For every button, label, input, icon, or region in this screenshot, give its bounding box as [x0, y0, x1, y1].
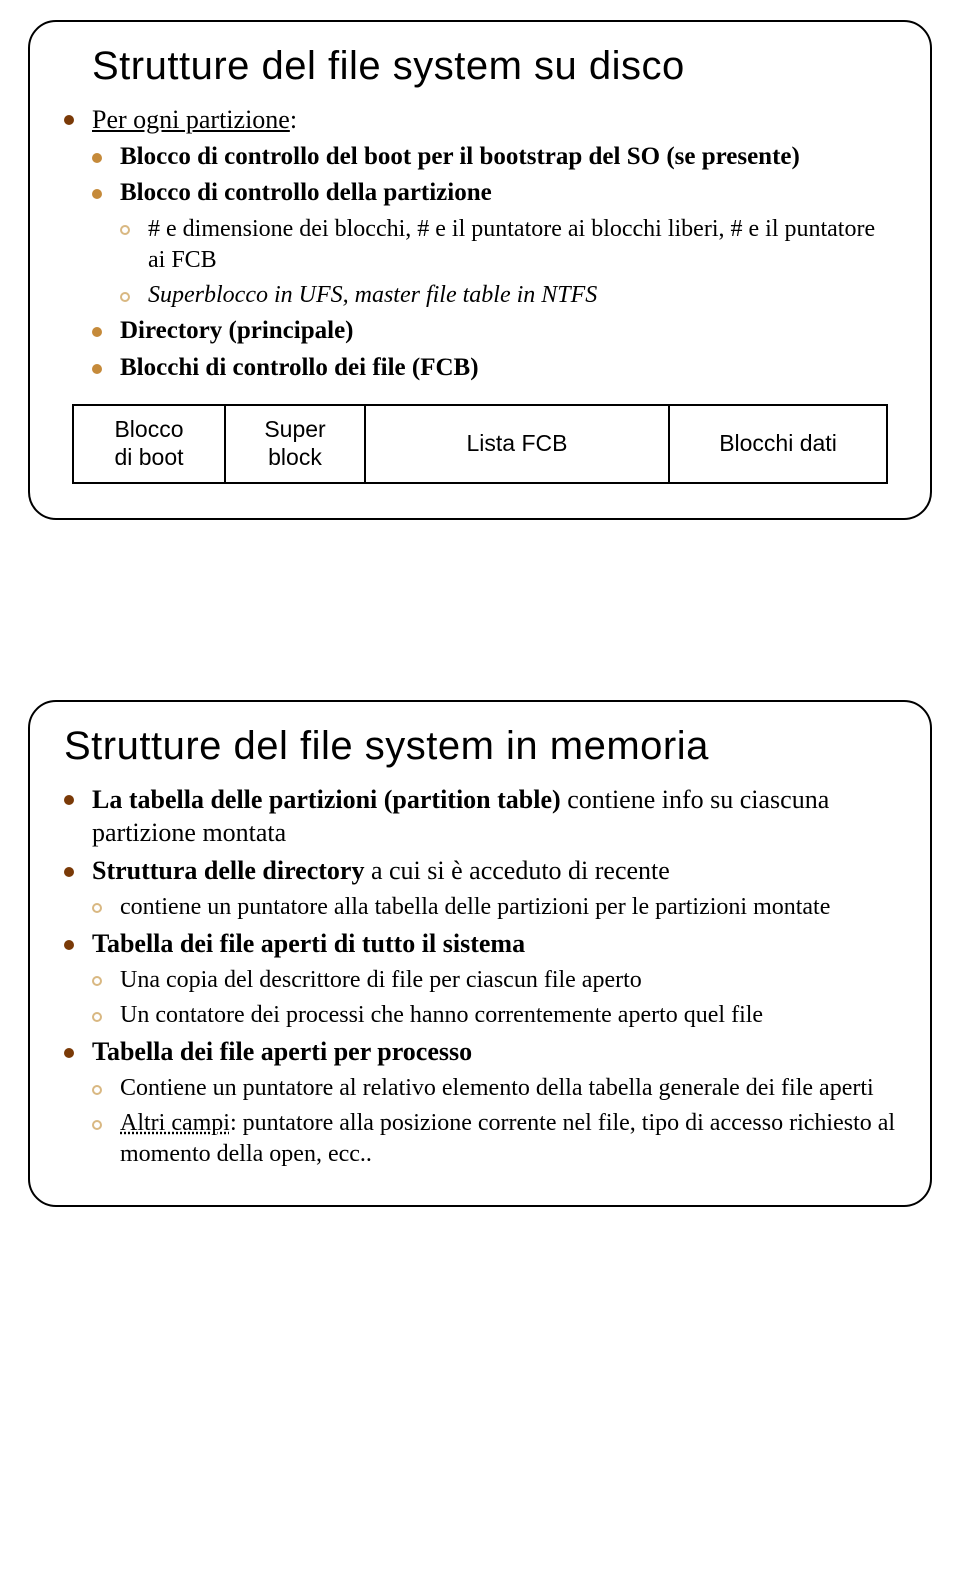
- bullet-icon: [92, 327, 102, 337]
- list-item: Tabella dei file aperti di tutto il sist…: [64, 927, 896, 1031]
- list-item: Per ogni partizione: Blocco di controllo…: [64, 103, 896, 384]
- text: Blocco di controllo del boot per il boot…: [120, 143, 800, 170]
- text: di boot: [114, 444, 183, 470]
- text: Tabella dei file aperti per processo: [92, 1037, 472, 1066]
- text: Contiene un puntatore al relativo elemen…: [120, 1075, 874, 1101]
- list-item: Directory (principale): [92, 315, 896, 348]
- disk-layout-table: Blocco di boot Super block Lista FCB Blo…: [72, 404, 888, 483]
- list-item: # e dimensione dei blocchi, # e il punta…: [120, 214, 896, 276]
- list-item: Struttura delle directory a cui si è acc…: [64, 854, 896, 923]
- table-cell-data: Blocchi dati: [670, 406, 886, 481]
- text: Blocchi di controllo dei file (FCB): [120, 354, 479, 381]
- text: Superblocco in UFS, master file table in…: [148, 282, 597, 308]
- text: Blocco: [114, 416, 183, 442]
- list-item: La tabella delle partizioni (partition t…: [64, 783, 896, 851]
- list-item: Una copia del descrittore di file per ci…: [92, 965, 896, 996]
- text: :: [290, 105, 297, 134]
- bullet-icon: [92, 153, 102, 163]
- bullet-icon: [92, 364, 102, 374]
- slide1-title: Strutture del file system su disco: [92, 44, 896, 89]
- bullet-icon: [92, 1085, 102, 1095]
- list-item: Contiene un puntatore al relativo elemen…: [92, 1073, 896, 1104]
- slide-2: Strutture del file system in memoria La …: [28, 700, 932, 1207]
- text: : puntatore alla posizione corrente nel …: [120, 1110, 895, 1167]
- text: Tabella dei file aperti di tutto il sist…: [92, 929, 525, 958]
- bullet-icon: [92, 1120, 102, 1130]
- text: Altri campi: [120, 1110, 230, 1136]
- bullet-icon: [92, 976, 102, 986]
- text: Super: [264, 416, 325, 442]
- bullet-icon: [64, 867, 74, 877]
- text: # e dimensione dei blocchi, # e il punta…: [148, 216, 875, 273]
- text: a cui si è acceduto di recente: [364, 856, 669, 885]
- bullet-icon: [92, 189, 102, 199]
- text: Lista FCB: [467, 430, 568, 458]
- text: block: [268, 444, 322, 470]
- text: Per ogni partizione: [92, 105, 290, 134]
- list-item: Tabella dei file aperti per processo Con…: [64, 1035, 896, 1170]
- bullet-icon: [64, 1048, 74, 1058]
- list-item: Blocco di controllo della partizione # e…: [92, 177, 896, 311]
- table-cell-fcb: Lista FCB: [366, 406, 670, 481]
- bullet-icon: [64, 795, 74, 805]
- bullet-icon: [64, 940, 74, 950]
- slide2-title: Strutture del file system in memoria: [64, 724, 896, 769]
- table-cell-boot: Blocco di boot: [74, 406, 226, 481]
- text: Blocchi dati: [719, 430, 837, 458]
- table-cell-superblock: Super block: [226, 406, 366, 481]
- text: Directory (principale): [120, 317, 354, 344]
- text: Blocco di controllo della partizione: [120, 179, 492, 206]
- bullet-icon: [120, 225, 130, 235]
- list-item: Blocco di controllo del boot per il boot…: [92, 141, 896, 174]
- list-item: Un contatore dei processi che hanno corr…: [92, 1000, 896, 1031]
- bullet-icon: [92, 1012, 102, 1022]
- list-item: Altri campi: puntatore alla posizione co…: [92, 1108, 896, 1170]
- bullet-icon: [120, 292, 130, 302]
- bullet-icon: [64, 115, 74, 125]
- text: Un contatore dei processi che hanno corr…: [120, 1002, 763, 1028]
- list-item: Superblocco in UFS, master file table in…: [120, 280, 896, 311]
- list-item: contiene un puntatore alla tabella delle…: [92, 892, 896, 923]
- list-item: Blocchi di controllo dei file (FCB): [92, 352, 896, 385]
- text: Una copia del descrittore di file per ci…: [120, 967, 642, 993]
- bullet-icon: [92, 903, 102, 913]
- text: contiene un puntatore alla tabella delle…: [120, 894, 830, 920]
- text: Struttura delle directory: [92, 856, 364, 885]
- slide-1: Strutture del file system su disco Per o…: [28, 20, 932, 520]
- text: La tabella delle partizioni (partition t…: [92, 785, 561, 814]
